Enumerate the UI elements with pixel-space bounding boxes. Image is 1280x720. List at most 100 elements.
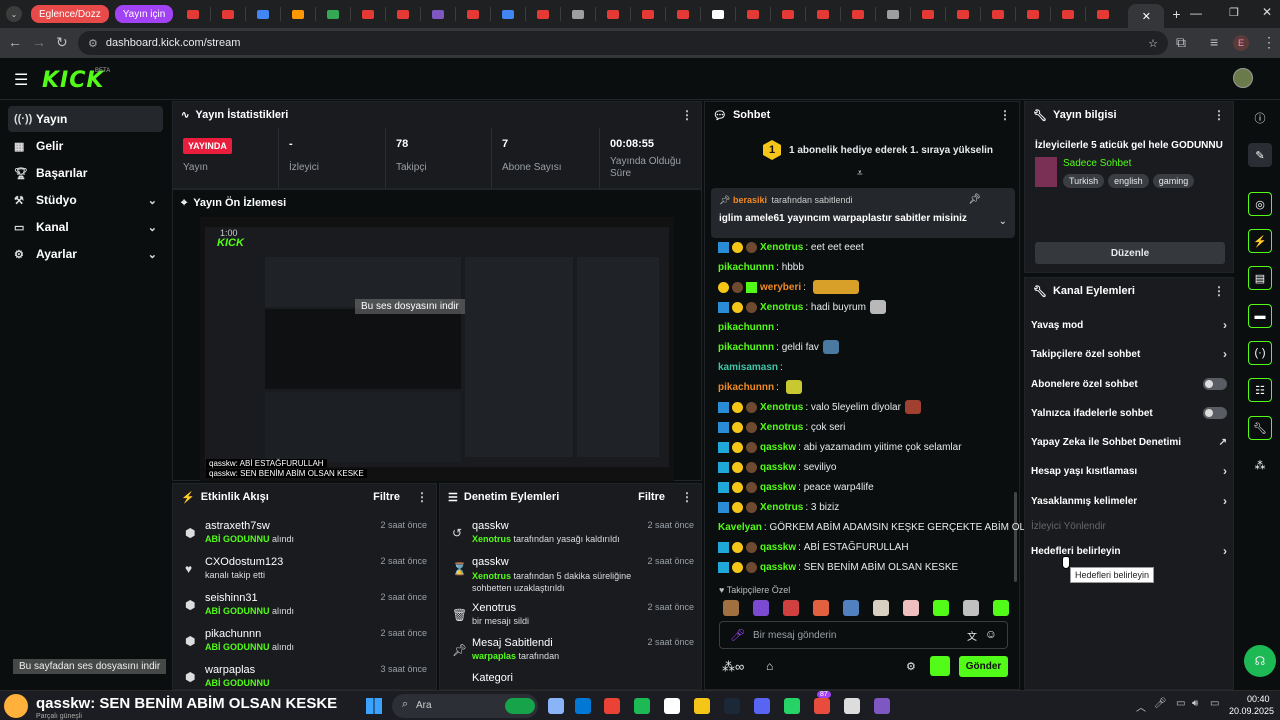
pinned-tab-icon[interactable]	[532, 6, 554, 22]
chat-username[interactable]: kamisamasn	[718, 362, 778, 373]
mod-item[interactable]: ↺ qasskw Xenotrus tarafından yasağı kaldır…	[440, 520, 702, 556]
chat-message[interactable]: qasskw: peace warp4life	[718, 480, 874, 494]
chat-message[interactable]: pikachunnn:	[718, 320, 782, 334]
more-options-icon[interactable]: ⋮	[1213, 108, 1225, 122]
support-button[interactable]: ☊	[1244, 645, 1276, 677]
steam-icon[interactable]	[724, 698, 740, 714]
pinned-tab-icon[interactable]	[497, 6, 519, 22]
chat-username[interactable]: pikachunnn	[718, 322, 774, 333]
pinned-tab-icon[interactable]	[567, 6, 589, 22]
bookmark-star-icon[interactable]: ☆	[1148, 37, 1158, 50]
wrench-icon[interactable]: 🔧︎	[1248, 416, 1272, 440]
emoji-icon[interactable]: ☺	[985, 627, 997, 641]
tag[interactable]: gaming	[1152, 174, 1195, 188]
download-notice[interactable]: Bu sayfadan ses dosyasını indir	[13, 659, 167, 674]
pinned-tab-icon[interactable]	[707, 6, 729, 22]
pinned-tab-icon[interactable]	[987, 6, 1009, 22]
pinned-tab-icon[interactable]	[812, 6, 834, 22]
emote-button[interactable]	[873, 600, 889, 616]
pinned-tab-icon[interactable]	[672, 6, 694, 22]
discord-icon[interactable]	[754, 698, 770, 714]
explorer-icon[interactable]	[694, 698, 710, 714]
media-icon[interactable]: ≡	[1210, 34, 1218, 50]
action-followers-only[interactable]: Takipçilere özel sohbet ›	[1031, 344, 1227, 364]
emotes-only-toggle[interactable]	[1203, 407, 1227, 419]
tray-chevron-icon[interactable]: ︿	[1136, 699, 1146, 714]
chat-username[interactable]: pikachunnn	[718, 382, 774, 393]
chat-username[interactable]: Xenotrus	[760, 242, 803, 253]
chat-scrollbar[interactable]	[1014, 492, 1017, 582]
chat-username[interactable]: qasskw	[760, 462, 796, 473]
action-subs-only[interactable]: Abonelere özel sohbet	[1031, 374, 1227, 394]
pinned-message[interactable]: 📌︎ berasiki tarafından sabitlendi iglim …	[711, 188, 1015, 238]
chat-username[interactable]: Kavelyan	[718, 522, 762, 533]
record-icon[interactable]: ◎	[1248, 192, 1272, 216]
sidebar-item-yayin[interactable]: ((·)) Yayın	[8, 106, 163, 132]
tag[interactable]: Turkish	[1063, 174, 1105, 188]
address-bar[interactable]: ⚙ dashboard.kick.com/stream ☆	[78, 31, 1168, 55]
kick-emote-button[interactable]	[930, 656, 950, 676]
notepad-icon[interactable]	[664, 698, 680, 714]
profile-avatar[interactable]: E	[1233, 35, 1249, 51]
chat-message[interactable]: kamisamasn:	[718, 360, 786, 374]
tag[interactable]: english	[1108, 174, 1149, 188]
filter-button[interactable]: Filtre	[373, 491, 400, 503]
emote-button[interactable]	[903, 600, 919, 616]
menu-icon[interactable]: ⋮	[1262, 34, 1276, 51]
chat-settings-icon[interactable]: ⚙	[906, 660, 916, 673]
group-icon[interactable]: ⁂∞	[722, 659, 744, 675]
chat-message[interactable]: Xenotrus: hadi buyrum	[718, 300, 886, 314]
activity-item[interactable]: ⬢ astraxeth7sw ABİ GODUNNU alındı 2 saat ön…	[173, 520, 435, 556]
weather-app-icon[interactable]	[505, 698, 535, 714]
action-banned-words[interactable]: Yasaklanmış kelimeler ›	[1031, 491, 1227, 511]
chat-message[interactable]: Kavelyan: GÖRKEM ABİM ADAMSIN KEŞKE GERÇ…	[718, 520, 1046, 534]
chat-message[interactable]: Xenotrus: 3 biziz	[718, 500, 839, 514]
more-options-icon[interactable]: ⋮	[681, 490, 693, 504]
spotify-icon[interactable]	[634, 698, 650, 714]
app-icon[interactable]	[814, 698, 830, 714]
chat-message[interactable]: weryberi:	[718, 280, 859, 294]
chat-message[interactable]: pikachunnn:	[718, 380, 802, 394]
pinned-tab-icon[interactable]	[1092, 6, 1114, 22]
chrome-icon[interactable]	[604, 698, 620, 714]
more-options-icon[interactable]: ⋮	[416, 490, 428, 504]
chat-username[interactable]: weryberi	[760, 282, 801, 293]
filter-button[interactable]: Filtre	[638, 491, 665, 503]
pinned-tab-icon[interactable]	[252, 6, 274, 22]
broadcast-icon[interactable]: (·)	[1248, 341, 1272, 365]
chat-username[interactable]: qasskw	[760, 442, 796, 453]
clock-date[interactable]: 20.09.2025	[1229, 706, 1274, 716]
chat-username[interactable]: Xenotrus	[760, 502, 803, 513]
emote-button[interactable]	[813, 600, 829, 616]
gift-leaderboard-banner[interactable]: 1 1 abonelik hediye ederek 1. sıraya yük…	[763, 140, 993, 160]
pinned-tab-icon[interactable]	[1022, 6, 1044, 22]
translate-icon[interactable]: 文	[967, 628, 977, 643]
action-slow-mode[interactable]: Yavaş mod ›	[1031, 315, 1227, 335]
reload-icon[interactable]: ↻	[56, 34, 68, 51]
pinned-tab-icon[interactable]	[952, 6, 974, 22]
action-emotes-only[interactable]: Yalnızca ifadelerle sohbet	[1031, 403, 1227, 423]
send-button[interactable]: Gönder	[959, 656, 1008, 677]
restore-button[interactable]: ❐	[1229, 6, 1239, 19]
site-info-icon[interactable]: ⚙	[88, 37, 98, 50]
pinned-tab-icon[interactable]	[777, 6, 799, 22]
more-options-icon[interactable]: ⋮	[681, 108, 693, 122]
sidebar-item-basarilar[interactable]: 🏆︎ Başarılar	[8, 160, 163, 186]
network-icon[interactable]: ▭	[1176, 698, 1185, 709]
document-icon[interactable]: ▤	[1248, 266, 1272, 290]
hamburger-menu-icon[interactable]: ☰	[14, 70, 28, 90]
edit-icon[interactable]: ✎	[1248, 143, 1272, 167]
pinned-tab-icon[interactable]	[287, 6, 309, 22]
paint-icon[interactable]	[874, 698, 890, 714]
close-tab-icon[interactable]: ✕	[1142, 10, 1151, 23]
chat-message[interactable]: pikachunnn: geldi fav	[718, 340, 839, 354]
chat-message[interactable]: Xenotrus: valo 5leyelim diyolar	[718, 400, 921, 414]
unpin-icon[interactable]: 📌︎	[968, 194, 981, 205]
activity-item[interactable]: ⬢ pikachunnn ABİ GODUNNU alındı 2 saat önce	[173, 628, 435, 664]
pinned-tab-icon[interactable]	[1057, 6, 1079, 22]
pinned-tab-icon[interactable]	[917, 6, 939, 22]
moderator-icon[interactable]: ☷	[1248, 378, 1272, 402]
microphone-icon[interactable]: 🎤︎	[730, 628, 745, 642]
pinned-tab-icon[interactable]	[392, 6, 414, 22]
chat-input[interactable]: 🎤︎ Bir mesaj gönderin 文 ☺	[719, 621, 1008, 649]
